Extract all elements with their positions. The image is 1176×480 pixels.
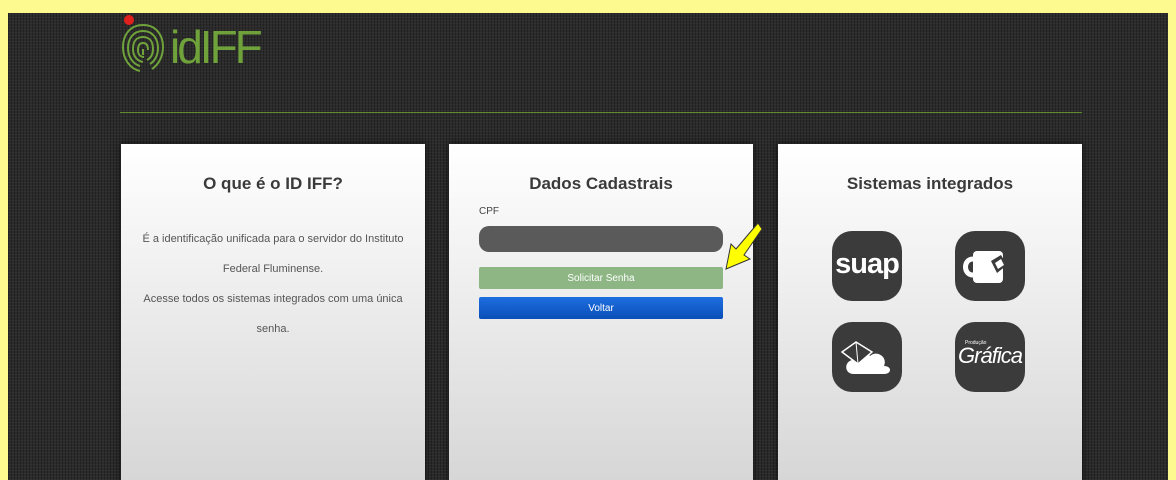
login-screen: idIFF O que é o ID IFF? É a identificaçã… [8,13,1168,480]
systems-title: Sistemas integrados [846,174,1014,193]
grafica-label: Gráfica [958,343,1023,368]
about-title: O que é o ID IFF? [203,174,343,193]
back-button[interactable]: Voltar [479,297,723,319]
cpf-input[interactable] [479,226,723,252]
registration-card: Dados Cadastrais CPF Solicitar Senha Vol… [449,144,753,480]
about-card: O que é o ID IFF? É a identificação unif… [121,144,425,480]
fingerprint-icon [121,24,165,72]
mug-icon[interactable] [955,231,1025,301]
header-divider [120,112,1082,113]
systems-card: Sistemas integrados suap Produção Gráfic… [778,144,1082,480]
cloud-box-icon[interactable] [832,322,902,392]
suap-icon[interactable]: suap [832,231,902,301]
request-password-button[interactable]: Solicitar Senha [479,267,723,289]
about-paragraph-2: Acesse todos os sistemas integrados com … [143,293,403,335]
about-paragraph-1: É a identificação unificada para o servi… [142,233,404,275]
registration-title: Dados Cadastrais [529,174,673,193]
yellow-arrow-icon [725,222,762,270]
logo-red-dot [124,15,134,25]
idiff-logo[interactable]: idIFF [118,15,263,77]
grafica-icon[interactable]: Produção Gráfica [955,322,1025,392]
cpf-label: CPF [479,206,499,217]
logo-text: idIFF [170,21,263,73]
suap-label: suap [835,248,900,280]
